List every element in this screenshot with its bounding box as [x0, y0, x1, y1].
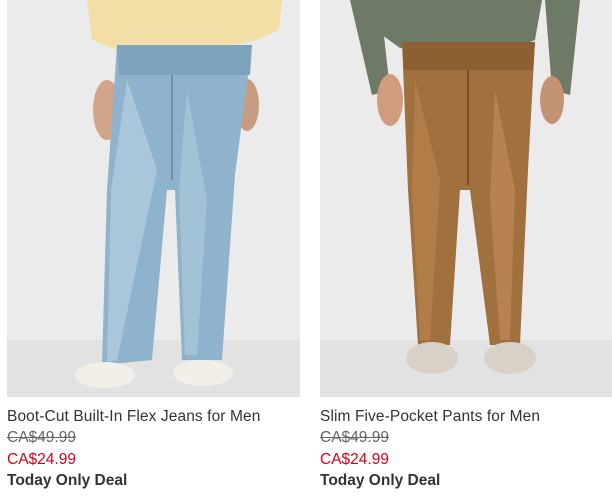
- product-image-pants[interactable]: [320, 0, 612, 397]
- promo-badge: Today Only Deal: [320, 472, 441, 489]
- product-name[interactable]: Slim Five-Pocket Pants for Men: [320, 407, 612, 427]
- sale-price: CA$24.99: [320, 451, 389, 468]
- product-card-2[interactable]: Slim Five-Pocket Pants for Men CA$49.99 …: [320, 0, 612, 491]
- product-image-jeans[interactable]: [7, 0, 300, 397]
- product-name[interactable]: Boot-Cut Built-In Flex Jeans for Men: [7, 407, 300, 427]
- promo-badge: Today Only Deal: [7, 472, 128, 489]
- sale-price: CA$24.99: [7, 451, 76, 468]
- product-card-1[interactable]: Boot-Cut Built-In Flex Jeans for Men CA$…: [7, 0, 300, 491]
- original-price: CA$49.99: [320, 429, 389, 446]
- original-price: CA$49.99: [7, 429, 76, 446]
